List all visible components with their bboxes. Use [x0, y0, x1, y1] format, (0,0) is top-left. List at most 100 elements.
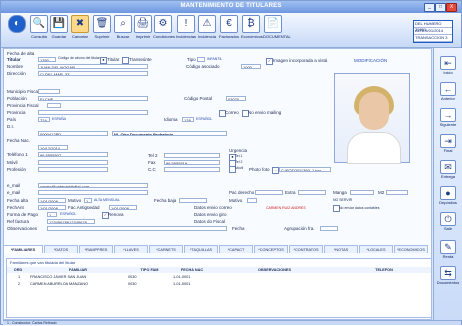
fecha-ant-field[interactable]: 1/01/2008 [38, 205, 66, 210]
toolbar-incidencia-button[interactable]: ⚠ Incidencia [197, 15, 217, 42]
di-type-field[interactable]: NI.-Otro Documento Probatorio [112, 131, 227, 136]
movil-field[interactable] [38, 160, 108, 165]
toolbar-label: DOCUMENTAL [263, 34, 291, 39]
forma-pago-label: Forma de Pago [7, 212, 39, 217]
titular-field[interactable]: 1350 [38, 57, 56, 62]
minimize-button[interactable]: _ [424, 3, 435, 12]
municipio-field[interactable] [38, 89, 60, 94]
column-header[interactable]: FAMILIAR [29, 267, 128, 273]
tab-datos[interactable]: *DATOS [44, 245, 78, 253]
tab-notas[interactable]: *NOTAS [324, 245, 358, 253]
close-button[interactable]: X [446, 3, 457, 12]
nav-inicio-button[interactable]: ⇤ Inicio [436, 56, 460, 76]
foto-path-field[interactable]: C:\FOTOS\1350_1.jpg [279, 167, 331, 172]
datos-giro-label: Datos envio giro [194, 212, 227, 217]
codigo-field[interactable]: 1000 [241, 64, 261, 69]
titular-radio-label: Titular [107, 57, 120, 62]
toolbar-consulta-button[interactable]: 🔍 Consulta [29, 15, 49, 42]
pais-name: ESPAÑA [52, 117, 66, 121]
tab-familiares[interactable]: *FAMILIARES [3, 245, 43, 253]
nav-depsitos-button[interactable]: ● Depósitos [436, 186, 460, 206]
pais-field[interactable]: 724 [38, 117, 50, 122]
tab-llaves[interactable]: *LLAVES [114, 245, 148, 253]
toolbar-label: Suprimir [94, 34, 110, 39]
urgencia-movil-label: Móvil [235, 166, 244, 170]
toolbar-imprimir-button[interactable]: 🖨 Imprimir [133, 15, 153, 42]
forma-pago-field[interactable]: 1 [47, 212, 57, 217]
email2-field[interactable] [38, 190, 148, 195]
column-header[interactable]: TELEFON [337, 267, 432, 273]
toolbar-cancelar-button[interactable]: ✖ Cancelar [70, 15, 90, 42]
tel1-label: Teléfono 1 [7, 152, 28, 157]
titular-radio[interactable]: ● [100, 57, 107, 64]
tab-taquillas[interactable]: *TAQUILLAS [184, 245, 218, 253]
table-cell: 1-01-0001 [173, 282, 191, 286]
di-field[interactable]: 0000412PD [38, 131, 108, 136]
tipo-code[interactable] [197, 57, 205, 62]
toolbar-guardar-button[interactable]: 💾 Guardar [49, 15, 69, 42]
imagen-checkbox[interactable]: ✓ [266, 58, 273, 65]
nav-entrega-button[interactable]: ✉ Entrega [436, 160, 460, 180]
toolbar-condiciones-button[interactable]: ⚙ Condiciones [153, 15, 175, 42]
nav-final-button[interactable]: ⇥ Final [436, 134, 460, 154]
manga-field[interactable] [350, 190, 374, 195]
column-header[interactable]: OBSERVACIONES [212, 267, 338, 273]
tel1-field[interactable]: 96 5555507 [38, 152, 108, 157]
motivo-field[interactable]: 1 [84, 198, 92, 203]
fax-field[interactable]: 96 5555519 [164, 160, 220, 165]
toolbar-econmicos-button[interactable]: ₿ Económicos [241, 15, 263, 42]
table-cell: FRANCISCO JAVIER SAN JUAN [30, 275, 87, 279]
fecha-alta2-field[interactable]: 1/01/2008 [38, 198, 66, 203]
nav-siguiente-button[interactable]: → Siguiente [436, 108, 460, 128]
tab-capact[interactable]: *CAPACT [219, 245, 253, 253]
table-cell [337, 281, 432, 287]
provincia-fiscal-field[interactable] [47, 103, 61, 108]
tab-ramppres[interactable]: *RAMPPRES [79, 245, 113, 253]
foto-browse-button[interactable]: … [272, 167, 279, 174]
fecha-nac-field[interactable]: 10/12/2014 [38, 145, 68, 150]
cp-field[interactable]: 03070 [226, 96, 246, 101]
observaciones-field[interactable] [47, 226, 227, 231]
column-header[interactable]: FECHA NAC [172, 267, 213, 273]
nav-salir-button[interactable]: ⏻ Salir [436, 212, 460, 232]
toolbar-incidencias-button[interactable]: ! Incidencias [176, 15, 196, 42]
direccion-label: Dirección [7, 71, 26, 76]
transeunte-radio[interactable] [122, 57, 129, 64]
print-icon: 🖨 [134, 15, 152, 33]
column-header[interactable]: TIPO FAM [127, 267, 173, 273]
cc-field[interactable] [164, 167, 220, 172]
toolbar-suprimir-button[interactable]: 🗑 Suprimir [92, 15, 112, 42]
tab-conceptos[interactable]: *CONCEPTOS [254, 245, 288, 253]
search-icon: 🔍 [30, 15, 48, 33]
nav-renta-button[interactable]: ✎ Renta [436, 240, 460, 260]
documents-icon: ⇆ [440, 266, 456, 280]
tab-locales[interactable]: *LOCALES [359, 245, 393, 253]
nombre-field[interactable]: JUAN DEL NOGAR [38, 64, 148, 69]
ref-field[interactable]: 12345678912345678 [47, 219, 95, 224]
tel2-field[interactable] [164, 153, 220, 158]
extra-field[interactable] [298, 190, 326, 195]
pac-field[interactable] [255, 190, 283, 195]
email-field[interactable]: correo@ordenaddigital.com [38, 183, 148, 188]
tab-carnets[interactable]: *CARNETS [149, 245, 183, 253]
fecha-antig-field[interactable]: 1/01/2008 [109, 205, 137, 210]
profesion-field[interactable] [38, 167, 108, 172]
nav-documentos-button[interactable]: ⇆ Documentos [436, 266, 460, 286]
fecha-baja-field[interactable] [179, 198, 207, 203]
agrupacion-field[interactable] [320, 226, 338, 231]
tab-contratos[interactable]: *CONTRATOS [289, 245, 323, 253]
tab-economicos[interactable]: *ECONOMICOS [394, 245, 428, 253]
toolbar-documental-button[interactable]: 📄 DOCUMENTAL [263, 15, 291, 42]
maximize-button[interactable]: □ [435, 3, 446, 12]
nav-anterior-button[interactable]: ← Anterior [436, 82, 460, 102]
m2-field[interactable] [386, 190, 408, 195]
direccion-field[interactable]: C/ DEL MAR, 33 [38, 71, 148, 76]
poblacion-field[interactable]: ELCHE [38, 96, 148, 101]
idioma-field[interactable]: 128 [182, 117, 194, 122]
table-cell: 1 [17, 275, 21, 279]
motivo2-field[interactable] [247, 198, 257, 203]
toolbar-facturados-button[interactable]: € Facturados [219, 15, 239, 42]
column-header[interactable]: ORD [7, 267, 30, 273]
provincia-field[interactable] [38, 110, 148, 115]
toolbar-buscar-button[interactable]: ⌕ Buscar [113, 15, 133, 42]
